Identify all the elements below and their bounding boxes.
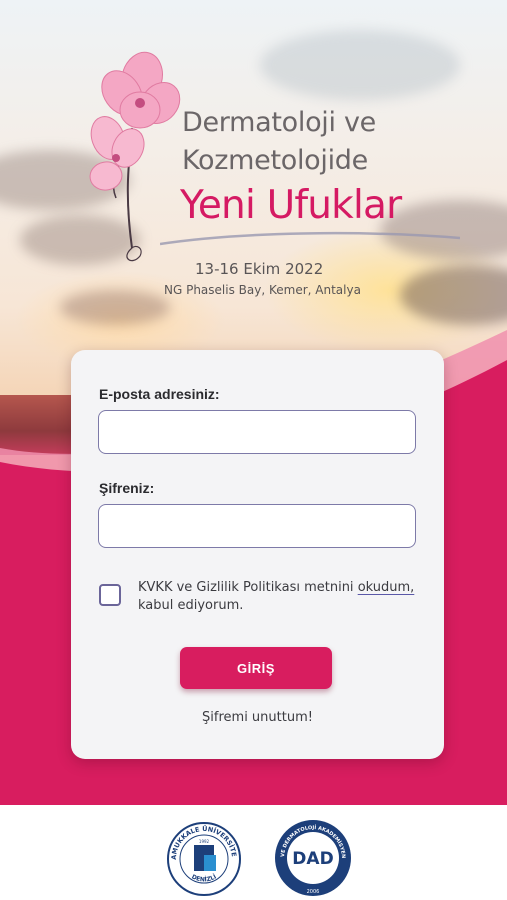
email-input[interactable] xyxy=(98,410,416,454)
consent-checkbox[interactable] xyxy=(99,584,121,606)
event-title-line-1: Dermatoloji ve xyxy=(182,107,376,138)
login-card: E-posta adresiniz: Şifreniz: KVKK ve Giz… xyxy=(71,350,444,759)
event-dates: 13-16 Ekim 2022 xyxy=(195,260,324,278)
password-label: Şifreniz: xyxy=(99,480,155,496)
logo1-year: 1992 xyxy=(199,839,210,844)
email-label: E-posta adresiniz: xyxy=(99,386,220,402)
event-title-highlight: Yeni Ufuklar xyxy=(180,183,402,228)
login-button[interactable]: GİRİŞ xyxy=(180,647,332,689)
consent-text-before: KVKK ve Gizlilik Politikası metnini xyxy=(138,580,358,595)
consent-text: KVKK ve Gizlilik Politikası metnini okud… xyxy=(138,579,428,615)
logo2-initials: DAD xyxy=(292,849,333,869)
dad-association-logo: DERMATOLOJİ VE DERMATOLOJİ AKADEMİSYENLE… xyxy=(274,819,351,896)
consent-link[interactable]: okudum, xyxy=(358,580,415,595)
password-input[interactable] xyxy=(98,504,416,548)
title-underline-swoosh xyxy=(160,231,460,246)
consent-text-after: kabul ediyorum. xyxy=(138,598,244,613)
logo2-year: 2006 xyxy=(307,889,320,895)
event-venue: NG Phaselis Bay, Kemer, Antalya xyxy=(164,283,361,297)
pamukkale-university-logo: PAMUKKALE ÜNİVERSİTESİ DENİZLİ 1992 xyxy=(166,821,241,896)
forgot-password-link[interactable]: Şifremi unuttum! xyxy=(71,710,444,725)
event-title-line-2: Kozmetolojide xyxy=(182,145,368,176)
footer: PAMUKKALE ÜNİVERSİTESİ DENİZLİ 1992 DERM… xyxy=(0,805,507,900)
